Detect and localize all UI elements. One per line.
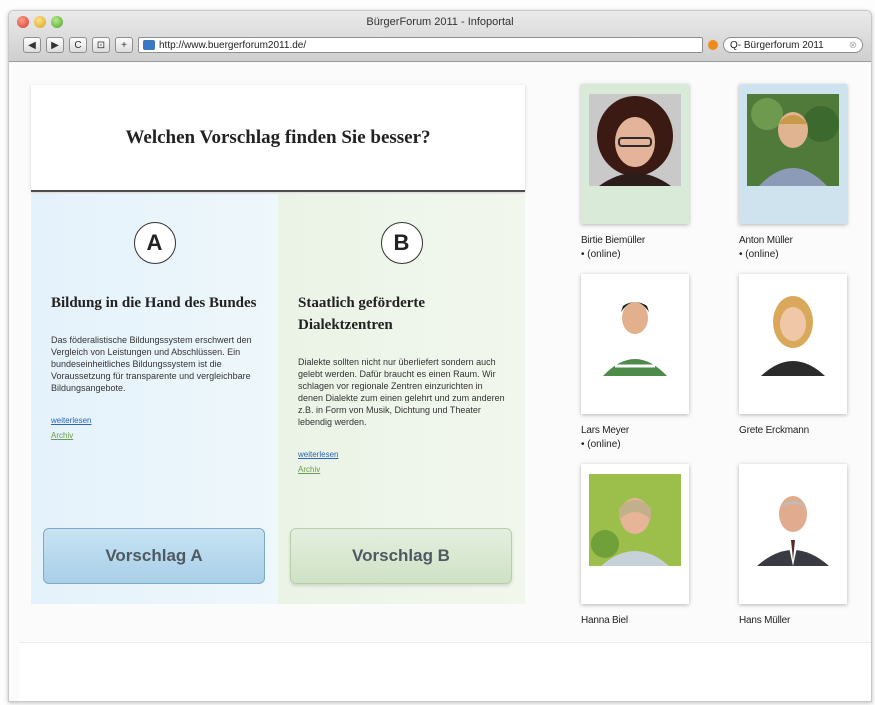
participant-name: Grete Erckmann bbox=[739, 425, 810, 436]
participant-card[interactable]: Hanna Biel bbox=[581, 464, 699, 628]
option-b-title: Staatlich geförderte Dialektzentren bbox=[298, 295, 426, 333]
participant-status: • (online) bbox=[581, 439, 621, 450]
address-bar[interactable]: http://www.buergerforum2011.de/ bbox=[138, 37, 703, 53]
window-title: BürgerForum 2011 - Infoportal bbox=[366, 16, 514, 28]
participant-name: Lars Meyer bbox=[581, 425, 630, 436]
participant-photo bbox=[747, 284, 839, 376]
participant-photo bbox=[747, 94, 839, 186]
participant-photo bbox=[589, 474, 681, 566]
option-a-archive-link[interactable]: Archiv bbox=[51, 431, 258, 440]
participant-photo-frame bbox=[739, 274, 847, 414]
title-bar: BürgerForum 2011 - Infoportal ◀ ▶ C ⊡ + … bbox=[9, 11, 871, 62]
option-b-read-more-link[interactable]: weiterlesen bbox=[298, 450, 505, 459]
participant-photo bbox=[747, 474, 839, 566]
rss-feed-icon[interactable] bbox=[708, 40, 718, 50]
option-a-title: Bildung in die Hand des Bundes bbox=[51, 295, 257, 311]
participant-card[interactable]: Birtie Biemüller • (online) bbox=[581, 84, 699, 262]
participant-name: Hanna Biel bbox=[581, 615, 628, 626]
participant-card[interactable]: Grete Erckmann bbox=[739, 274, 857, 438]
browser-toolbar: ◀ ▶ C ⊡ + http://www.buergerforum2011.de… bbox=[23, 35, 863, 55]
participant-photo-frame bbox=[581, 274, 689, 414]
option-a-letter: A bbox=[133, 222, 176, 264]
clear-search-icon[interactable]: ⊗ bbox=[849, 40, 857, 51]
participant-name: Hans Müller bbox=[739, 615, 791, 626]
add-bookmark-button[interactable]: + bbox=[115, 37, 133, 53]
participant-photo-frame bbox=[581, 84, 689, 224]
participant-card[interactable]: Anton Müller • (online) bbox=[739, 84, 857, 262]
browser-window: BürgerForum 2011 - Infoportal ◀ ▶ C ⊡ + … bbox=[8, 10, 872, 702]
forward-button[interactable]: ▶ bbox=[46, 37, 64, 53]
option-b-archive-link[interactable]: Archiv bbox=[298, 465, 505, 474]
option-a-text: Das föderalistische Bildungssystem ersch… bbox=[51, 335, 252, 393]
participant-photo-frame bbox=[739, 464, 847, 604]
option-b-letter: B bbox=[380, 222, 423, 264]
participant-photo-frame bbox=[581, 464, 689, 604]
lower-panel bbox=[19, 642, 871, 701]
participant-photo-frame bbox=[739, 84, 847, 224]
search-field-value: Q- Bürgerforum 2011 bbox=[730, 39, 824, 51]
url-text: http://www.buergerforum2011.de/ bbox=[159, 39, 307, 51]
participant-card[interactable]: Hans Müller bbox=[739, 464, 857, 628]
question-heading: Welchen Vorschlag finden Sie besser? bbox=[125, 126, 431, 148]
participant-name: Anton Müller bbox=[739, 235, 793, 246]
participant-photo bbox=[589, 284, 681, 376]
participant-status: • (online) bbox=[739, 249, 779, 260]
option-a-panel: A Bildung in die Hand des Bundes Das föd… bbox=[31, 194, 278, 604]
reload-button[interactable]: C bbox=[69, 37, 87, 53]
snapback-button[interactable]: ⊡ bbox=[92, 37, 110, 53]
participant-photo bbox=[589, 94, 681, 186]
option-b-panel: B Staatlich geförderte Dialektzentren Di… bbox=[278, 194, 525, 604]
vote-a-button[interactable]: Vorschlag A bbox=[43, 528, 265, 584]
vote-b-button[interactable]: Vorschlag B bbox=[290, 528, 512, 584]
participant-name: Birtie Biemüller bbox=[581, 235, 646, 246]
back-button[interactable]: ◀ bbox=[23, 37, 41, 53]
page-content: Welchen Vorschlag finden Sie besser? A B… bbox=[9, 62, 871, 701]
participant-card[interactable]: Lars Meyer • (online) bbox=[581, 274, 699, 452]
option-a-read-more-link[interactable]: weiterlesen bbox=[51, 416, 258, 425]
search-field[interactable]: Q- Bürgerforum 2011 ⊗ bbox=[723, 37, 863, 53]
favicon-icon bbox=[143, 40, 155, 50]
participant-status: • (online) bbox=[581, 249, 621, 260]
option-b-text: Dialekte sollten nicht nur überliefert s… bbox=[298, 357, 505, 427]
question-card: Welchen Vorschlag finden Sie besser? bbox=[31, 85, 525, 192]
